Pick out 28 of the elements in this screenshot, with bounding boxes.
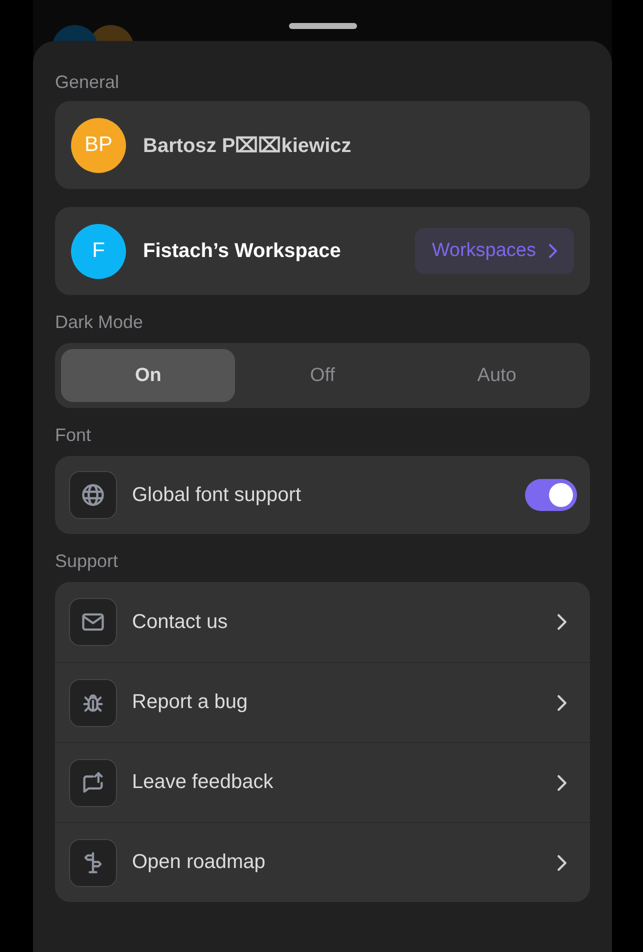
setting-label: Global font support (132, 484, 302, 506)
avatar: F (71, 224, 126, 278)
menu-item[interactable]: Report a bug (55, 662, 590, 742)
chevron-right-icon (548, 243, 558, 259)
globe-icon (69, 471, 117, 519)
segment-tab[interactable]: On (61, 349, 236, 402)
chevron-right-icon (556, 694, 568, 712)
section-label: Font (55, 424, 92, 446)
chevron-right-icon (556, 613, 568, 631)
avatar: BP (71, 118, 126, 172)
menu-item[interactable]: Leave feedback (55, 742, 590, 822)
segment-tab[interactable]: Auto (410, 349, 584, 402)
section-label: General (55, 71, 120, 93)
segment-tab[interactable]: Off (235, 349, 410, 402)
drag-handle[interactable] (289, 23, 357, 29)
section-label: Support (55, 550, 120, 572)
envelope-icon (69, 598, 117, 646)
menu-item[interactable]: Open roadmap (55, 822, 590, 902)
toggle-switch[interactable] (525, 479, 577, 511)
section-label: Dark Mode (55, 311, 144, 333)
signpost-icon (69, 838, 117, 886)
user-name: Bartosz P⌧⌧kiewicz (143, 134, 352, 158)
chevron-right-icon (556, 774, 568, 792)
workspace-name: Fistach’s Workspace (143, 240, 342, 262)
chevron-right-icon (556, 854, 568, 872)
menu-item[interactable]: Contact us (55, 582, 590, 662)
chat-upload-icon (69, 758, 117, 806)
bug-icon (69, 678, 117, 726)
